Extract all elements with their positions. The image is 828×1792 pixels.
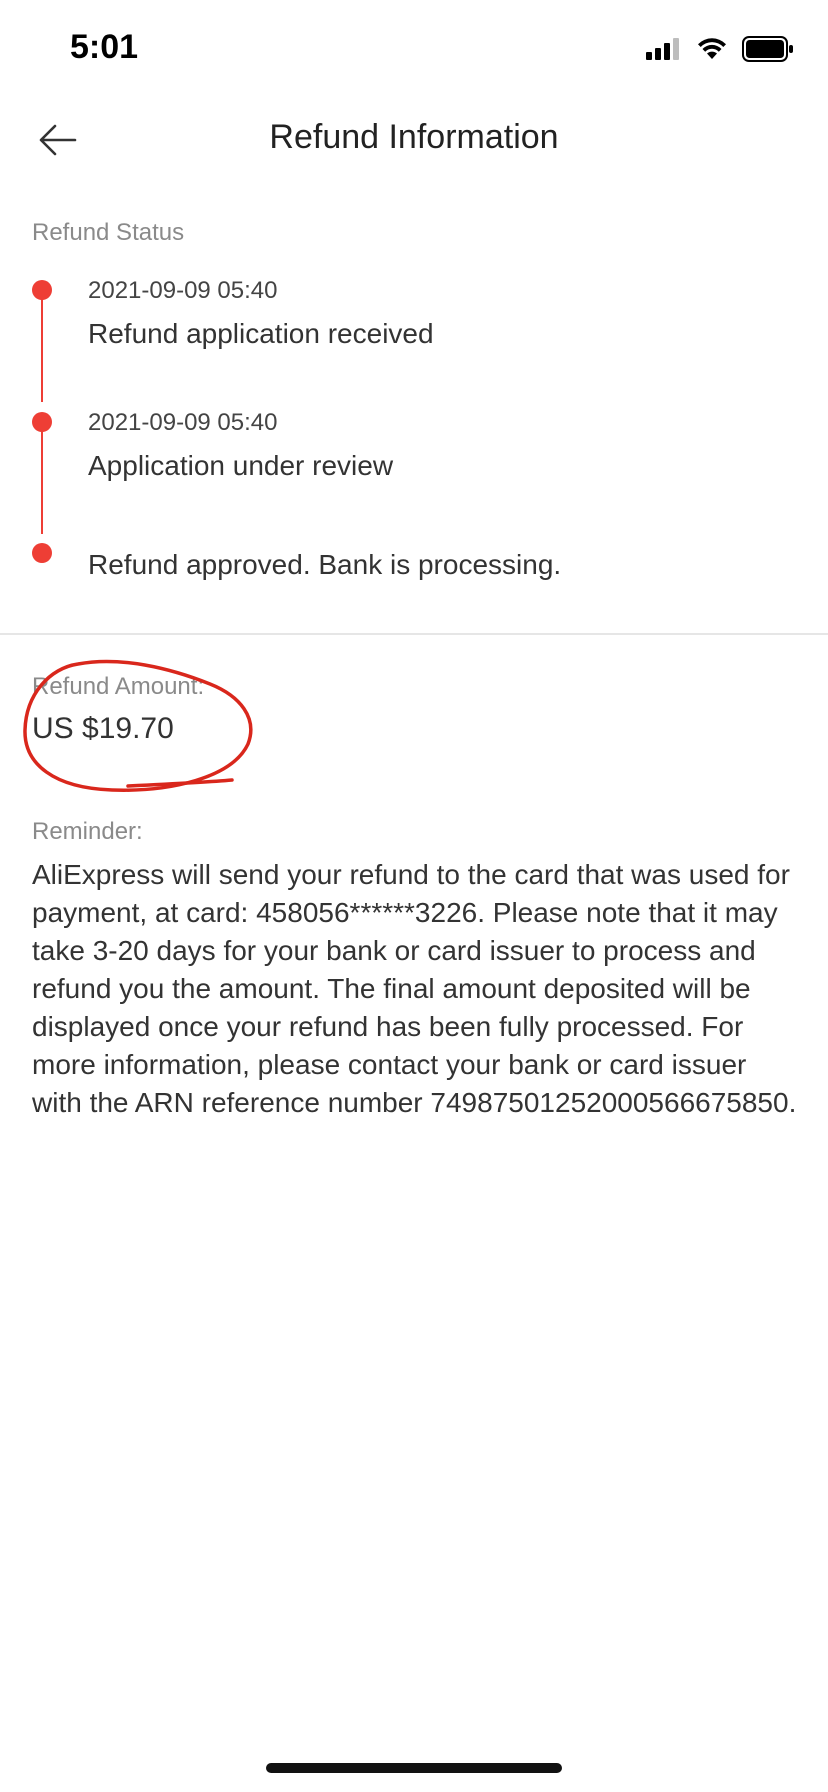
cellular-signal-icon [646, 38, 679, 60]
navigation-bar: Refund Information [0, 100, 828, 180]
section-divider [0, 633, 828, 635]
status-icons [646, 34, 794, 64]
timeline-dot [32, 412, 52, 432]
refund-amount-label: Refund Amount: [32, 673, 205, 700]
reminder-text: AliExpress will send your refund to the … [32, 859, 797, 1118]
home-indicator[interactable] [266, 1763, 562, 1773]
status-time: 5:01 [70, 28, 139, 66]
step-text: Application under review [88, 450, 394, 481]
step-time: 2021-09-09 05:40 [88, 277, 278, 304]
status-bar: 5:01 [0, 0, 828, 100]
page-title: Refund Information [269, 118, 559, 156]
timeline-dot [32, 280, 52, 300]
battery-icon [742, 36, 793, 62]
wifi-icon [698, 38, 726, 59]
step-time: 2021-09-09 05:40 [88, 409, 278, 436]
reminder-label: Reminder: [32, 818, 143, 845]
refund-status-label: Refund Status [32, 219, 185, 246]
refund-status-timeline: 2021-09-09 05:40 Refund application rece… [0, 270, 828, 600]
refund-amount-value: US $19.70 [32, 712, 174, 745]
timeline-dot [32, 543, 52, 563]
step-text: Refund approved. Bank is processing. [88, 549, 562, 580]
step-text: Refund application received [88, 318, 434, 349]
timeline-connector [41, 424, 43, 534]
timeline-connector [41, 292, 43, 402]
